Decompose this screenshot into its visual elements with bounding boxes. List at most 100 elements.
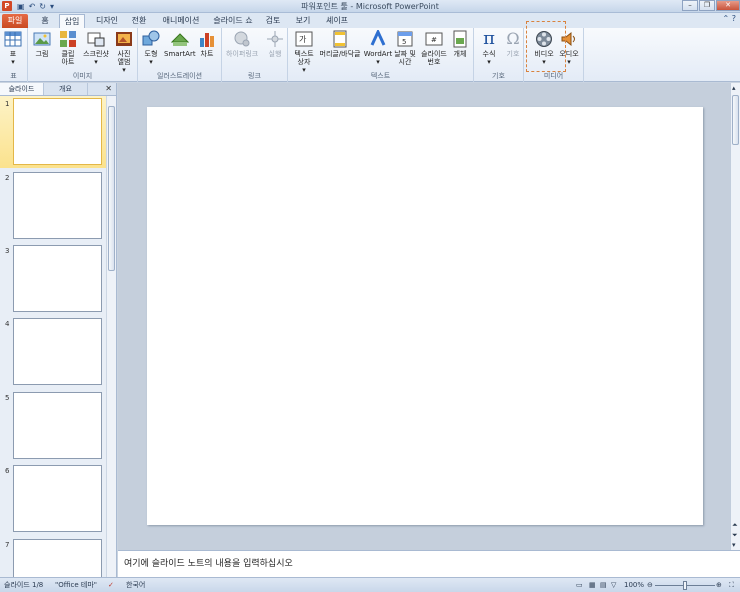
screenshot-button[interactable]: 스크린샷 ▾ [82, 30, 110, 66]
slide-thumbnail[interactable] [13, 318, 102, 385]
slide-thumbnail[interactable] [13, 98, 102, 165]
wordart-button[interactable]: WordArt ▾ [364, 30, 392, 66]
normal-view-icon[interactable]: ▭ [576, 578, 583, 592]
zoom-out-icon[interactable]: ⊖ [647, 578, 653, 592]
date-time-button[interactable]: 5 날짜 및 시간 [393, 30, 417, 66]
next-slide-icon[interactable]: ⏷ [732, 531, 738, 540]
text-box-button[interactable]: 가 텍스트 상자 ▾ [291, 30, 317, 74]
slide-number-icon: # [425, 32, 443, 46]
slide-number: 6 [5, 467, 10, 475]
group-symbols: π 수식 ▾ Ω 기호 기호 [474, 28, 524, 82]
close-button[interactable]: ✕ [716, 0, 740, 11]
slide-canvas[interactable] [147, 107, 703, 525]
group-text: 가 텍스트 상자 ▾ 머리글/바닥글 WordArt ▾ 5 날짜 및 시간 # 슬… [288, 28, 474, 82]
slide-thumbnail-row[interactable]: 7 [0, 537, 106, 577]
notes-pane[interactable]: 여기에 슬라이드 노트의 내용을 입력하십시오 [118, 550, 740, 577]
photo-album-icon [116, 32, 132, 46]
close-icon[interactable]: ✕ [105, 83, 112, 95]
slide-thumbnail-row[interactable]: 5 [0, 390, 106, 462]
chart-button[interactable]: 차트 [198, 30, 216, 58]
tab-animations[interactable]: 애니메이션 [158, 14, 204, 28]
pane-tabs: 슬라이드 개요 ✕ [0, 83, 116, 96]
ribbon-tabs: 파일 홈 삽입 디자인 전환 애니메이션 슬라이드 쇼 검토 보기 셰이프 ⌃ … [0, 13, 740, 28]
tab-slideshow[interactable]: 슬라이드 쇼 [210, 14, 256, 28]
slide-thumbnail[interactable] [13, 245, 102, 312]
group-label-table: 표 [10, 72, 17, 80]
slideshow-icon[interactable]: ▽ [611, 578, 616, 592]
slide-thumbnail[interactable] [13, 539, 102, 577]
clip-art-icon [60, 31, 76, 47]
tab-design[interactable]: 디자인 [92, 14, 122, 28]
shapes-button[interactable]: 도형 ▾ [142, 30, 160, 66]
slide-thumbnail[interactable] [13, 392, 102, 459]
group-label-text: 텍스트 [370, 72, 391, 80]
calendar-icon: 5 [397, 31, 413, 47]
photo-album-button[interactable]: 사진 앨범 ▾ [114, 30, 134, 74]
reading-view-icon[interactable]: ▤ [600, 578, 607, 592]
tab-slides[interactable]: 슬라이드 [0, 83, 44, 95]
video-button-highlight [526, 21, 566, 72]
scroll-thumb[interactable] [732, 95, 739, 145]
notes-placeholder[interactable]: 여기에 슬라이드 노트의 내용을 입력하십시오 [124, 556, 293, 569]
group-links: 하이퍼링크 실행 링크 [222, 28, 288, 82]
theme-name[interactable]: "Office 테마" [55, 578, 97, 592]
tab-view[interactable]: 보기 [292, 14, 314, 28]
pi-icon: π [483, 28, 495, 49]
slide-number-button[interactable]: # 슬라이드 번호 [419, 30, 449, 66]
tab-outline[interactable]: 개요 [44, 83, 88, 95]
previous-slide-icon[interactable]: ⏶ [732, 521, 738, 530]
group-images: 그림 클립 아트 스크린샷 ▾ 사진 앨범 ▾ 이미지 [28, 28, 138, 82]
slide-thumbnail-row[interactable]: 4 [0, 316, 106, 388]
zoom-slider-thumb[interactable] [683, 581, 687, 590]
chart-icon [200, 33, 214, 47]
group-label-links: 링크 [248, 72, 261, 80]
group-illustrations: 도형 ▾ SmartArt 차트 일러스트레이션 [138, 28, 222, 82]
tab-file[interactable]: 파일 [2, 14, 28, 28]
slide-thumbnail-row[interactable]: 6 [0, 463, 106, 535]
zoom-level[interactable]: 100% [624, 578, 644, 592]
tab-home[interactable]: 홈 [36, 14, 54, 28]
slide-thumbnail[interactable] [13, 172, 102, 239]
picture-button[interactable]: 그림 [33, 30, 51, 58]
hyperlink-icon [234, 31, 250, 47]
slide-thumbnail-row[interactable]: 1 [0, 96, 106, 168]
slide-thumbnail-row[interactable]: 3 [0, 243, 106, 315]
slide-number: 5 [5, 394, 10, 402]
help-icon[interactable]: ⌃ ? [723, 14, 737, 23]
minimize-button[interactable]: – [682, 0, 698, 11]
header-footer-button[interactable]: 머리글/바닥글 [318, 30, 362, 58]
scroll-thumb[interactable] [108, 106, 115, 271]
tab-insert[interactable]: 삽입 [59, 14, 85, 28]
action-button[interactable]: 실행 [266, 30, 284, 58]
hyperlink-button[interactable]: 하이퍼링크 [226, 30, 258, 58]
tab-transitions[interactable]: 전환 [127, 14, 151, 28]
tab-review[interactable]: 검토 [262, 14, 284, 28]
slide-number: 1 [5, 100, 10, 108]
pane-scrollbar[interactable] [106, 96, 116, 577]
fit-to-window-icon[interactable]: ⛶ [729, 578, 734, 592]
symbol-button[interactable]: Ω 기호 [504, 30, 522, 59]
scroll-up-icon[interactable]: ▴ [732, 84, 736, 92]
main-scrollbar[interactable]: ▴ ⏶ ⏷ ▾ [730, 83, 740, 550]
clip-art-button[interactable]: 클립 아트 [58, 30, 78, 66]
object-button[interactable]: 개체 [450, 30, 470, 58]
scroll-down-icon[interactable]: ▾ [732, 541, 736, 549]
group-label-illustrations: 일러스트레이션 [156, 72, 203, 80]
slide-thumbnail-row[interactable]: 2 [0, 170, 106, 242]
slide-number: 7 [5, 541, 10, 549]
smartart-button[interactable]: SmartArt [164, 30, 196, 58]
object-icon [453, 30, 467, 48]
language[interactable]: 한국어 [126, 578, 145, 592]
slide-number: 2 [5, 174, 10, 182]
zoom-in-icon[interactable]: ⊕ [716, 578, 722, 592]
action-icon [267, 31, 283, 47]
maximize-button[interactable]: ❐ [699, 0, 715, 11]
equation-button[interactable]: π 수식 ▾ [480, 28, 498, 67]
shapes-icon [142, 30, 160, 46]
slide-sorter-icon[interactable]: ▦ [589, 578, 596, 592]
slide-thumbnail[interactable] [13, 465, 102, 532]
slides-pane: 슬라이드 개요 ✕ 1 2 3 4 5 6 7 [0, 83, 117, 577]
tab-shape[interactable]: 셰이프 [322, 14, 352, 28]
table-button[interactable]: 표 ▾ [4, 30, 22, 66]
spellcheck-icon[interactable]: ✓ [108, 578, 114, 592]
